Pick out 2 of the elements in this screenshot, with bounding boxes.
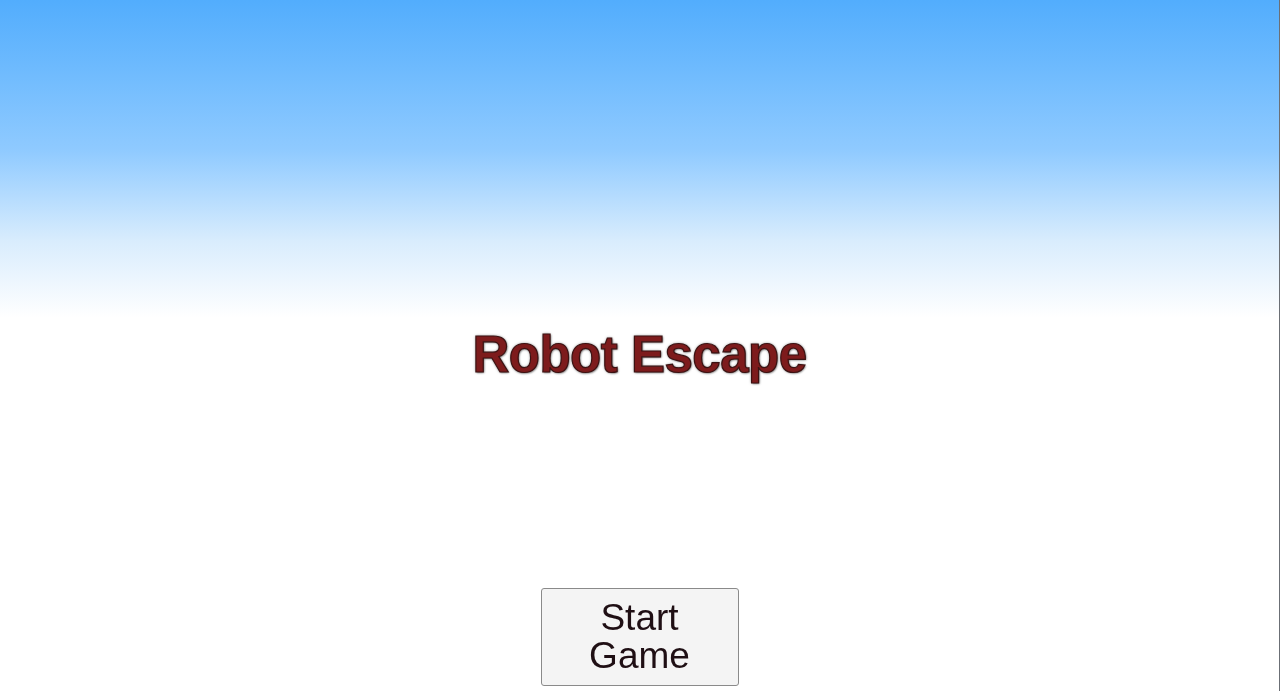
game-title: Robot Escape (472, 325, 807, 385)
start-game-button[interactable]: Start Game (540, 588, 739, 686)
